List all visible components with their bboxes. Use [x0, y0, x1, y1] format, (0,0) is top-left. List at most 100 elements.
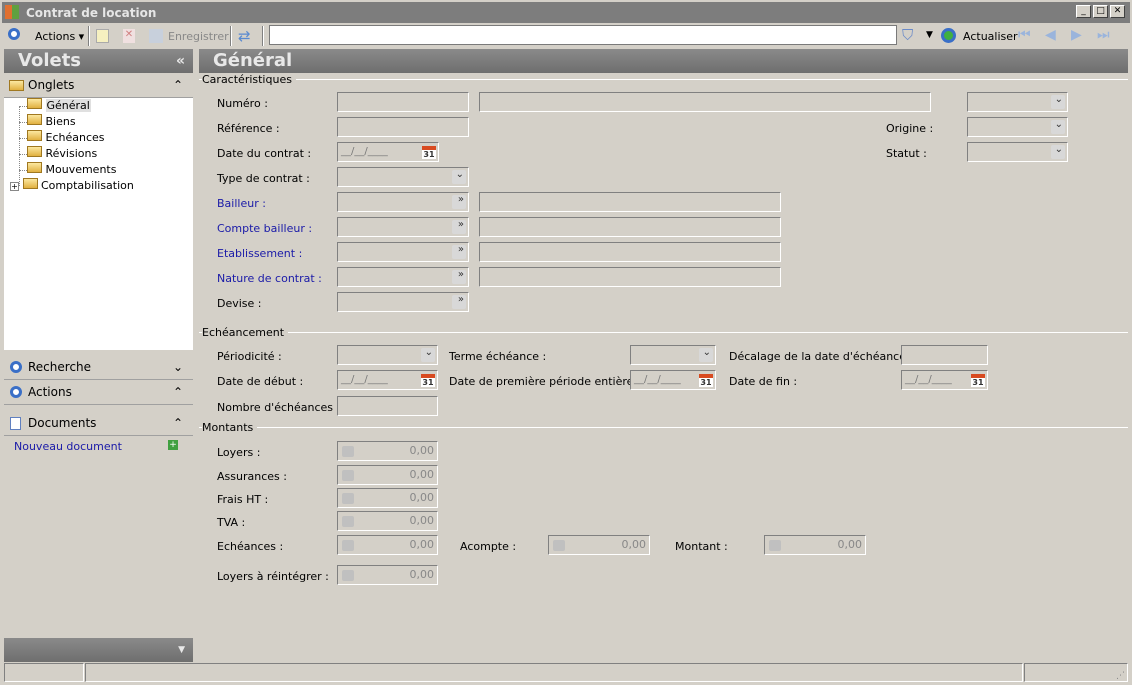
collapse-icon[interactable]: ⌃	[173, 74, 183, 97]
acompte-input[interactable]: 0,00	[548, 535, 650, 555]
nature-contrat-name-input[interactable]	[479, 267, 781, 287]
nature-contrat-link[interactable]: Nature de contrat :	[217, 272, 322, 285]
document-icon	[10, 417, 21, 430]
delete-icon[interactable]: ✕	[123, 29, 135, 43]
previous-record-icon[interactable]: ◀	[1045, 27, 1056, 43]
montant-input[interactable]: 0,00	[764, 535, 866, 555]
compte-bailleur-name-input[interactable]	[479, 217, 781, 237]
filter-icon[interactable]: ⛉	[902, 26, 913, 44]
bailleur-link[interactable]: Bailleur :	[217, 197, 266, 210]
folder-icon	[27, 162, 42, 173]
actions-section[interactable]: Actions ⌃	[4, 381, 193, 405]
date-mask: __/__/____	[634, 374, 681, 385]
minimize-button[interactable]: _	[1076, 5, 1091, 18]
add-icon[interactable]: +	[168, 440, 178, 450]
origine-select[interactable]: ⌄	[967, 117, 1068, 137]
collapse-icon[interactable]: ⌃	[173, 412, 183, 435]
bailleur-select[interactable]: »	[337, 192, 469, 212]
tree-label: Mouvements	[45, 163, 117, 176]
tva-input[interactable]: 0,00	[337, 511, 438, 531]
date-contrat-input[interactable]: __/__/____ 31	[337, 142, 439, 162]
folder-icon	[27, 130, 42, 141]
echeances-montant-input[interactable]: 0,00	[337, 535, 438, 555]
filter-dropdown-arrow[interactable]: ▼	[926, 30, 933, 40]
origine-label: Origine :	[886, 122, 934, 135]
calendar-icon[interactable]: 31	[971, 374, 985, 387]
decalage-input[interactable]	[901, 345, 988, 365]
tree-item-comptabilisation[interactable]: + Comptabilisation	[10, 178, 134, 194]
date-debut-label: Date de début :	[217, 375, 304, 388]
footer-dropdown-icon[interactable]: ▼	[178, 638, 185, 662]
save-button[interactable]: Enregistrer	[168, 30, 229, 43]
compte-bailleur-select[interactable]: »	[337, 217, 469, 237]
onglets-section[interactable]: Onglets ⌃	[4, 74, 193, 98]
new-document-link[interactable]: Nouveau document	[14, 440, 122, 453]
sync-icon[interactable]: ⇄	[238, 27, 251, 45]
numero-label: Numéro :	[217, 97, 268, 110]
nature-contrat-select[interactable]: »	[337, 267, 469, 287]
maximize-button[interactable]: □	[1093, 5, 1108, 18]
bailleur-name-input[interactable]	[479, 192, 781, 212]
loyers-reintegrer-input[interactable]: 0,00	[337, 565, 438, 585]
etablissement-link[interactable]: Etablissement :	[217, 247, 302, 260]
frais-input[interactable]: 0,00	[337, 488, 438, 508]
devise-select[interactable]: »	[337, 292, 469, 312]
onglets-label: Onglets	[28, 78, 75, 92]
date-fin-input[interactable]: __/__/____ 31	[901, 370, 988, 390]
tree-item-echeances[interactable]: Echéances	[19, 130, 105, 146]
periodicite-select[interactable]: ⌄	[337, 345, 438, 365]
refresh-button[interactable]: Actualiser	[963, 30, 1018, 43]
premiere-periode-input[interactable]: __/__/____ 31	[630, 370, 716, 390]
collapse-panel-button[interactable]: «	[176, 49, 185, 73]
assurances-input[interactable]: 0,00	[337, 465, 438, 485]
last-record-icon[interactable]: ⏭	[1097, 27, 1110, 43]
collapse-icon[interactable]: ⌃	[173, 381, 183, 404]
folder-open-icon	[27, 98, 42, 109]
tree-label: Echéances	[45, 131, 105, 144]
page-title: Général	[199, 49, 1128, 73]
next-record-icon[interactable]: ▶	[1071, 27, 1082, 43]
reference-input[interactable]	[337, 117, 469, 137]
nombre-echeances-input[interactable]	[337, 396, 438, 416]
premiere-periode-label: Date de première période entière :	[449, 375, 641, 388]
etablissement-name-input[interactable]	[479, 242, 781, 262]
documents-section[interactable]: Documents ⌃	[4, 412, 193, 436]
actions-menu[interactable]: Actions ▾	[35, 30, 84, 43]
numero-description-input[interactable]	[479, 92, 931, 112]
documents-label: Documents	[28, 416, 97, 430]
folder-icon	[9, 80, 24, 91]
divider	[199, 332, 1128, 333]
expand-icon[interactable]: ⌄	[173, 356, 183, 379]
statut-select[interactable]: ⌄	[967, 142, 1068, 162]
recherche-section[interactable]: Recherche ⌄	[4, 356, 193, 380]
save-icon[interactable]	[149, 29, 163, 43]
numero-select[interactable]: ⌄	[967, 92, 1068, 112]
tree-item-biens[interactable]: Biens	[19, 114, 76, 130]
date-debut-input[interactable]: __/__/____ 31	[337, 370, 438, 390]
actions-label: Actions	[35, 30, 76, 43]
loyers-input[interactable]: 0,00	[337, 441, 438, 461]
close-button[interactable]: ✕	[1110, 5, 1125, 18]
terme-select[interactable]: ⌄	[630, 345, 716, 365]
first-record-icon[interactable]: ⏮	[1018, 27, 1031, 43]
etablissement-select[interactable]: »	[337, 242, 469, 262]
calendar-icon[interactable]: 31	[421, 374, 435, 387]
new-icon[interactable]	[96, 29, 109, 43]
loyers-reintegrer-label: Loyers à réintégrer :	[217, 570, 329, 583]
tree-item-mouvements[interactable]: Mouvements	[19, 162, 116, 178]
expand-icon[interactable]: +	[10, 182, 19, 191]
compte-bailleur-link[interactable]: Compte bailleur :	[217, 222, 312, 235]
folder-icon	[27, 146, 42, 157]
resize-grip-icon[interactable]: ⋰	[1116, 671, 1125, 681]
type-contrat-select[interactable]: ⌄	[337, 167, 469, 187]
assurances-label: Assurances :	[217, 470, 287, 483]
tree-item-general[interactable]: Général	[19, 98, 179, 114]
search-input[interactable]	[269, 25, 897, 45]
tree-item-revisions[interactable]: Révisions	[19, 146, 97, 162]
status-panel	[85, 663, 1023, 682]
caracteristiques-group-title: Caractéristiques	[202, 73, 296, 86]
calendar-icon[interactable]: 31	[699, 374, 713, 387]
calendar-icon[interactable]: 31	[422, 146, 436, 159]
numero-input[interactable]	[337, 92, 469, 112]
reference-label: Référence :	[217, 122, 280, 135]
